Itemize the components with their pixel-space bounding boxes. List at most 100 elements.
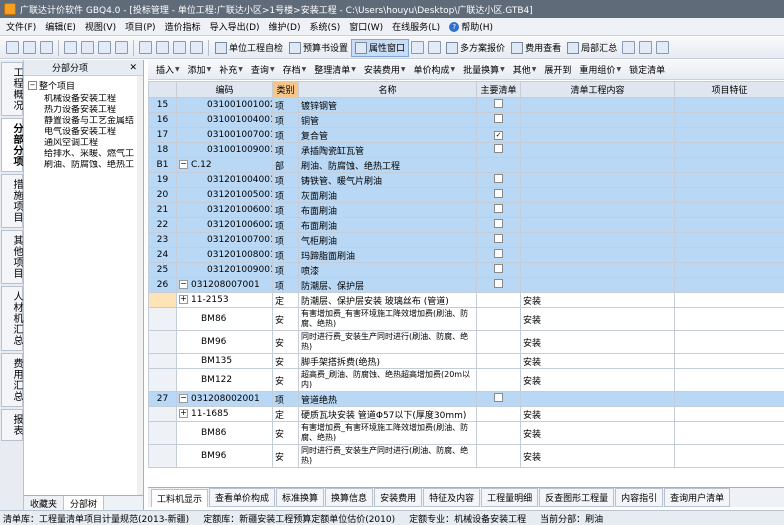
menu-help[interactable]: ? 帮助(H) [449,20,493,33]
insert-button[interactable]: 插入 ▼ [156,63,180,76]
name-cell[interactable]: 铸铁管、暖气片刷油 [298,172,477,188]
name-cell[interactable]: 复合管 [298,127,477,143]
tree-item[interactable]: 热力设备安装工程 [24,105,143,116]
list-content-cell[interactable] [520,97,675,113]
type-cell[interactable]: 安 [272,444,299,468]
supplement-button[interactable]: 补充 ▼ [219,63,243,76]
local-summary-button[interactable]: 局部汇总 [564,39,620,57]
name-cell[interactable]: 有害增加费_有害环境施工降效增加费(刷油、防腐、绝热) [298,307,477,331]
type-cell[interactable]: 安 [272,307,299,331]
tab-labor-material-summary[interactable]: 人材机汇总 [1,286,23,351]
list-content-cell[interactable] [520,277,675,293]
code-cell[interactable]: 031201006001 [176,202,273,218]
type-cell[interactable]: 项 [272,247,299,263]
table-row[interactable]: +11-1685 定硬质瓦块安装 管道Φ57以下(厚度30mm) 安装 [148,406,784,422]
code-cell[interactable]: 031201009001 [176,262,273,278]
save-icon[interactable] [40,41,53,54]
nav-prev-icon[interactable] [639,41,653,54]
list-content-cell[interactable]: 安装 [520,292,675,308]
tree-item[interactable]: 刷油、防腐蚀、绝热工 [24,160,143,171]
code-cell[interactable]: −031208002001 [176,391,273,407]
table-row[interactable]: BM86 安 有害增加费_有害环境施工降效增加费(刷油、防腐、绝热) 安装 [148,307,784,331]
type-cell[interactable]: 项 [272,217,299,233]
main-list-checkbox[interactable] [494,144,503,153]
name-cell[interactable]: 喷漆 [298,262,477,278]
unit-price-build-button[interactable]: 单价构成 ▼ [413,63,455,76]
type-cell[interactable]: 安 [272,368,299,392]
type-cell[interactable]: 项 [272,187,299,203]
list-content-cell[interactable] [520,217,675,233]
code-cell[interactable]: +11-1685 [176,406,273,422]
name-cell[interactable]: 防潮层、保护层 [298,277,477,293]
table-row[interactable]: 24 031201008001 项 玛蹄脂面刷油 [148,247,784,263]
code-cell[interactable]: 031001009001 [176,142,273,158]
list-content-cell[interactable] [520,112,675,128]
list-content-cell[interactable] [520,202,675,218]
delete-icon[interactable] [115,41,128,54]
main-list-cell[interactable] [476,277,521,293]
main-list-checkbox[interactable] [494,393,503,402]
table-row[interactable]: BM122 安 超高费_刷油、防腐蚀、绝热超高增加费(20m以内) 安装 [148,368,784,392]
features-cell[interactable] [674,307,784,331]
menu-window[interactable]: 窗口(W) [349,20,383,33]
tab-reverse-graphic[interactable]: 反查图形工程量 [539,488,615,507]
new-file-icon[interactable] [6,41,19,54]
code-cell[interactable]: − C.12 [176,157,273,173]
name-cell[interactable]: 硬质瓦块安装 管道Φ57以下(厚度30mm) [298,406,477,422]
type-cell[interactable]: 定 [272,292,299,308]
table-row[interactable]: BM86 安 有害增加费_有害环境施工降效增加费(刷油、防腐、绝热) 安装 [148,421,784,445]
main-list-cell[interactable] [476,202,521,218]
code-cell[interactable]: 031201008001 [176,247,273,263]
tree-item[interactable]: 静置设备与工艺金属结 [24,116,143,127]
name-cell[interactable]: 防潮层、保护层安装 玻璃丝布 (管道) [298,292,477,308]
tools-icon[interactable] [190,41,203,54]
expand-toggle-icon[interactable]: − [179,280,188,289]
menu-file[interactable]: 文件(F) [6,20,36,33]
list-content-cell[interactable] [520,127,675,143]
list-content-cell[interactable]: 安装 [520,421,675,445]
col-name[interactable]: 名称 [298,81,477,98]
list-content-cell[interactable]: 安装 [520,368,675,392]
table-row[interactable]: 17 031001007001 项 复合管 ✓ [148,127,784,143]
tab-favorites[interactable]: 收藏夹 [24,496,65,510]
features-cell[interactable] [674,262,784,278]
name-cell[interactable]: 同时进行费_安装生产同时进行(刷油、防腐、绝热) [298,330,477,354]
name-cell[interactable]: 铜管 [298,112,477,128]
main-list-cell[interactable] [476,353,521,369]
copy-icon[interactable] [81,41,94,54]
other-button[interactable]: 其他 ▼ [513,63,537,76]
main-list-checkbox[interactable] [494,204,503,213]
name-cell[interactable]: 气柜刷油 [298,232,477,248]
main-list-cell[interactable] [476,157,521,173]
main-list-cell[interactable] [476,97,521,113]
property-window-button[interactable]: 属性窗口 [351,38,410,57]
type-cell[interactable]: 项 [272,97,299,113]
table-row[interactable]: 26−031208007001 项防潮层、保护层 [148,277,784,293]
expand-toggle-icon[interactable]: − [179,394,188,403]
tree-root[interactable]: − 整个项目 [24,76,143,94]
undo-icon[interactable] [139,41,152,54]
batch-convert-button[interactable]: 批量换算 ▼ [463,63,505,76]
name-cell[interactable]: 管道绝热 [298,391,477,407]
type-cell[interactable]: 项 [272,202,299,218]
main-list-cell[interactable] [476,391,521,407]
table-row[interactable]: BM96 安 同时进行费_安装生产同时进行(刷油、防腐、绝热) 安装 [148,444,784,468]
features-cell[interactable] [674,202,784,218]
query-button[interactable]: 查询 ▼ [251,63,275,76]
menu-system[interactable]: 系统(S) [309,20,340,33]
main-list-checkbox[interactable] [494,219,503,228]
table-row[interactable]: BM96 安 同时进行费_安装生产同时进行(刷油、防腐、绝热) 安装 [148,330,784,354]
name-cell[interactable]: 灰面刷油 [298,187,477,203]
code-cell[interactable]: BM86 [176,307,273,331]
main-list-checkbox[interactable]: ✓ [494,131,503,140]
code-cell[interactable]: 031201005001 [176,187,273,203]
name-cell[interactable]: 镀锌钢管 [298,97,477,113]
close-icon[interactable]: ✕ [129,63,137,73]
main-list-cell[interactable] [476,307,521,331]
tree-item[interactable]: 通风空调工程 [24,138,143,149]
table-row[interactable]: 16 031001004001 项 铜管 [148,112,784,128]
tab-convert-info[interactable]: 换算信息 [325,488,374,507]
table-row[interactable]: 20 031201005001 项 灰面刷油 [148,187,784,203]
main-list-cell[interactable] [476,262,521,278]
type-cell[interactable]: 项 [272,172,299,188]
